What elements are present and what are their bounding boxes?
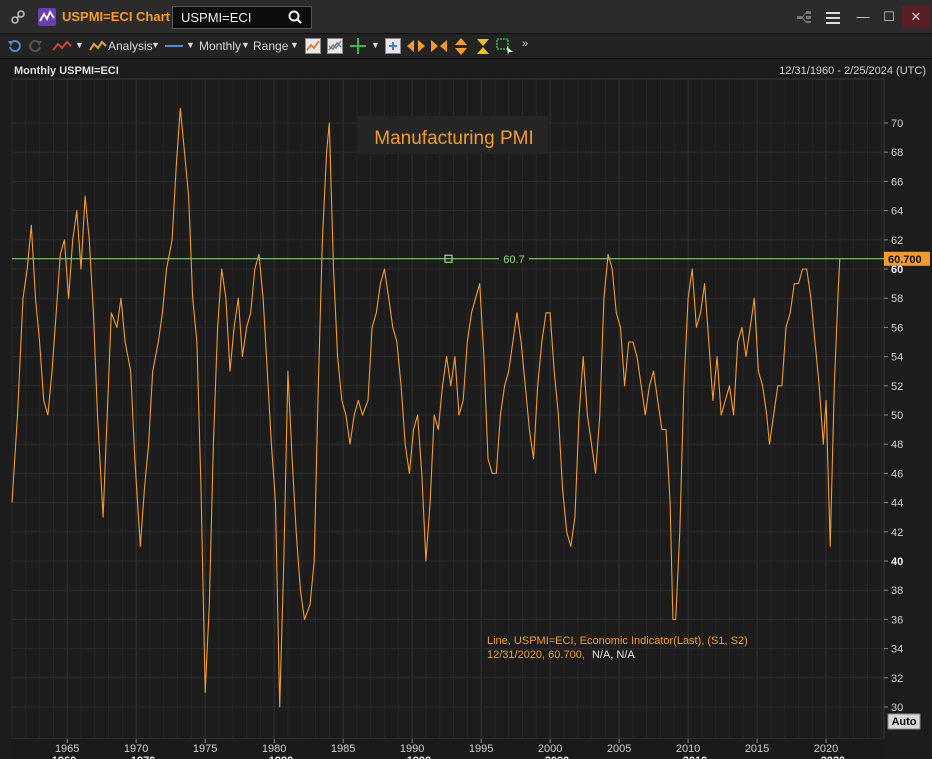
y-tick-label: 42	[891, 527, 903, 539]
x-tick-label: 2000	[538, 743, 562, 755]
y-tick-label: 60	[891, 264, 903, 276]
y-tick-label: 56	[891, 322, 903, 334]
x-tick-label: 1990	[400, 743, 424, 755]
pmi-line-chart[interactable]: Manufacturing PMI 60.7 30 32 34 36 38 40 42 44 4…	[0, 60, 932, 759]
x-major-tick-label: 1970	[131, 755, 155, 759]
y-axis-ticks: 30 32 34 36 38 40 42 44 46 48 50 52 54 56 58 60 62 64 66 68…	[884, 118, 903, 714]
line-type-icon[interactable]	[52, 39, 72, 53]
y-tick-label: 64	[891, 206, 903, 218]
interval-dropdown-icon[interactable]: ▼	[241, 40, 250, 50]
zoom-vertical-icon[interactable]	[476, 38, 490, 55]
chart-title: Manufacturing PMI	[374, 128, 533, 149]
x-major-tick-label: 1980	[269, 755, 293, 759]
app-title: USPMI=ECI Chart	[62, 9, 170, 24]
add-study-icon[interactable]	[385, 38, 401, 54]
more-tools-icon[interactable]: »	[522, 38, 528, 50]
y-tick-label: 50	[891, 410, 903, 422]
x-tick-label: 1980	[262, 743, 286, 755]
x-tick-label: 1970	[124, 743, 148, 755]
range-menu[interactable]: Range	[253, 39, 288, 53]
y-tick-label: 38	[891, 585, 903, 597]
legend-na-values: N/A, N/A	[592, 649, 635, 661]
y-tick-label: 58	[891, 293, 903, 305]
y-tick-label: 40	[891, 556, 903, 568]
chart-type-icon[interactable]	[305, 38, 321, 54]
legend-date-value: 12/31/2020, 60.700,	[487, 649, 585, 661]
interval-menu[interactable]: Monthly	[199, 39, 241, 53]
chart-area: Monthly USPMI=ECI 12/31/1960 - 2/25/2024…	[0, 60, 932, 759]
x-tick-label: 1975	[193, 743, 217, 755]
x-tick-label: 2020	[814, 743, 838, 755]
maximize-button[interactable]: ☐	[876, 6, 902, 28]
grid-y-lines	[12, 122, 884, 708]
analysis-icon[interactable]	[89, 39, 107, 53]
analysis-dropdown-icon[interactable]: ▼	[151, 40, 160, 50]
y-tick-label: 36	[891, 614, 903, 626]
zoom-horizontal-icon[interactable]	[430, 39, 448, 53]
y-tick-label: 48	[891, 439, 903, 451]
y-tick-label: 46	[891, 468, 903, 480]
scroll-up-down-icon[interactable]	[454, 38, 468, 55]
hierarchy-icon[interactable]	[796, 10, 812, 24]
scroll-left-right-icon[interactable]	[407, 39, 425, 53]
y-tick-label: 32	[891, 673, 903, 685]
line-style-icon[interactable]	[165, 45, 183, 47]
x-major-tick-label: 1960	[52, 755, 76, 759]
link-icon[interactable]	[10, 9, 26, 25]
compare-chart-icon[interactable]	[327, 38, 343, 54]
line-style-dropdown-icon[interactable]: ▼	[186, 40, 195, 50]
crosshair-icon[interactable]	[349, 38, 367, 54]
y-tick-label: 44	[891, 498, 903, 510]
y-tick-label: 30	[891, 702, 903, 714]
x-tick-label: 2015	[745, 743, 769, 755]
x-tick-label: 2010	[676, 743, 700, 755]
close-button[interactable]: ✕	[902, 6, 930, 28]
title-bar: USPMI=ECI Chart USPMI=ECI — ☐ ✕	[0, 0, 932, 34]
crosshair-dropdown-icon[interactable]: ▼	[371, 40, 380, 50]
x-major-tick-label: 2010	[683, 755, 707, 759]
y-tick-label: 70	[891, 118, 903, 130]
plot-background	[11, 78, 885, 740]
redo-icon[interactable]	[28, 38, 44, 54]
y-tick-label: 54	[891, 352, 903, 364]
y-tick-label: 52	[891, 381, 903, 393]
chart-app-icon	[38, 8, 56, 26]
search-icon[interactable]	[288, 10, 302, 24]
y-tick-label: 34	[891, 644, 903, 656]
x-tick-label: 1985	[331, 743, 355, 755]
legend-line-1: Line, USPMI=ECI, Economic Indicator(Last…	[487, 635, 748, 647]
x-tick-label: 1965	[55, 743, 79, 755]
x-tick-label: 1995	[469, 743, 493, 755]
range-dropdown-icon[interactable]: ▼	[290, 40, 299, 50]
x-major-tick-label: 2020	[821, 755, 845, 759]
y-tick-label: 68	[891, 147, 903, 159]
chart-toolbar: ▼ Analysis ▼ ▼ Monthly ▼ Range ▼ ▼ »	[0, 35, 932, 59]
y-tick-label: 66	[891, 176, 903, 188]
auto-scale-button-label: Auto	[891, 716, 916, 728]
last-value-tag-text: 60.700	[888, 254, 922, 266]
undo-icon[interactable]	[6, 38, 22, 54]
y-tick-label: 62	[891, 235, 903, 247]
analysis-menu[interactable]: Analysis	[108, 39, 153, 53]
x-major-tick-label: 2000	[545, 755, 569, 759]
minimize-button[interactable]: —	[850, 6, 876, 28]
x-major-tick-label: 1990	[407, 755, 431, 759]
line-type-dropdown-icon[interactable]: ▼	[75, 40, 84, 50]
menu-icon[interactable]	[826, 11, 840, 24]
symbol-search-value: USPMI=ECI	[181, 10, 252, 25]
level-line-label: 60.7	[503, 254, 524, 266]
legend-line-2: 12/31/2020, 60.700, N/A, N/A	[487, 649, 635, 661]
select-region-icon[interactable]	[496, 38, 514, 55]
x-tick-label: 2005	[607, 743, 631, 755]
